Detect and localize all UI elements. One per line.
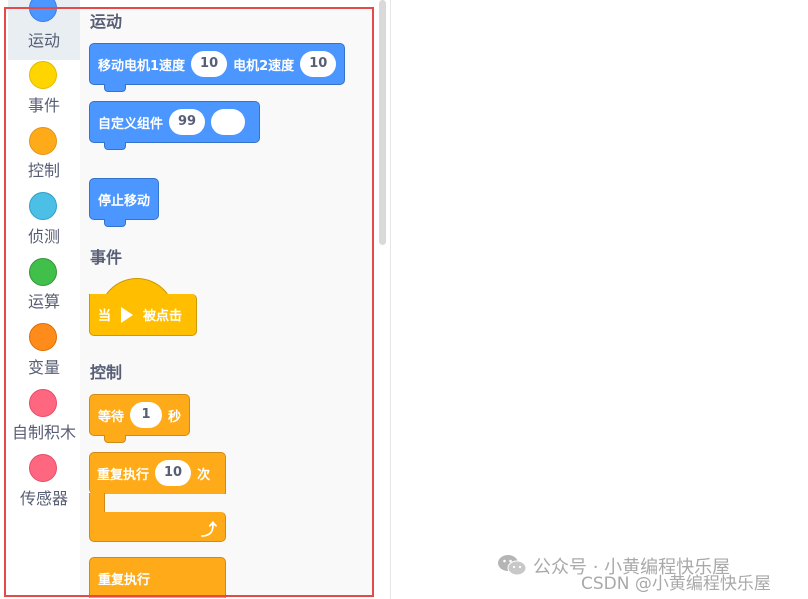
c-block-side [89,493,105,513]
block-label: 移动电机1速度 [98,58,186,74]
palette-scrollbar[interactable] [379,0,386,245]
repeat-times-block[interactable]: 重复执行 10 次 ⤴ [89,452,227,544]
category-motion[interactable]: 运动 [8,0,80,60]
block-label: 当 [98,309,112,324]
category-label: 侦测 [27,227,60,246]
csdn-watermark: CSDN @小黄编程快乐屋 [581,574,771,594]
wait-seconds-block[interactable]: 等待 1 秒 [89,394,191,443]
block-notch [104,84,126,92]
motor2-speed-input[interactable]: 10 [300,51,337,77]
hat-body: 当 被点击 [89,294,197,336]
stop-moving-block[interactable]: 停止移动 [89,178,160,227]
sensor-dot-icon [29,454,57,482]
variables-dot-icon [29,323,57,351]
category-events[interactable]: 事件 [8,60,80,120]
category-label: 变量 [27,358,60,377]
operators-dot-icon [29,258,57,286]
block-label: 次 [197,467,211,483]
section-title-events: 事件 [90,248,123,267]
block-label: 自定义组件 [98,116,164,132]
block-label: 停止移动 [98,193,151,209]
category-label: 自制积木 [11,423,76,442]
block-notch [104,142,126,150]
category-sidebar: 运动 事件 控制 侦测 运算 变量 自制积木 传感器 [8,0,80,598]
block-label: 被点击 [143,309,183,324]
motion-dot-icon [29,0,57,22]
sensing-dot-icon [29,192,57,220]
category-sensor[interactable]: 传感器 [8,453,80,513]
category-label: 运动 [27,31,60,50]
custom-empty-input[interactable] [211,109,246,135]
category-sensing[interactable]: 侦测 [8,191,80,251]
section-title-motion: 运动 [90,12,123,31]
block-notch [104,219,126,227]
repeat-count-input[interactable]: 10 [155,460,192,486]
category-control[interactable]: 控制 [8,126,80,186]
category-my-blocks[interactable]: 自制积木 [8,388,80,448]
block-label: 秒 [168,409,182,425]
my-blocks-dot-icon [29,389,57,417]
block-notch [104,435,126,443]
green-flag-icon [121,306,134,323]
block-label: 电机2速度 [233,58,295,74]
palette-divider [390,0,391,599]
category-label: 运算 [27,292,60,311]
wechat-icon [498,555,527,576]
category-label: 传感器 [19,489,68,508]
block-label: 等待 [98,409,125,425]
event-dot-icon [29,61,57,89]
when-flag-clicked-block[interactable]: 当 被点击 [89,278,197,336]
motor1-speed-input[interactable]: 10 [191,51,228,77]
category-label: 控制 [27,161,60,180]
wait-seconds-input[interactable]: 1 [130,402,163,428]
block-label: 重复执行 [97,467,150,483]
move-motors-block[interactable]: 移动电机1速度 10 电机2速度 10 [89,43,346,92]
custom-component-block[interactable]: 自定义组件 99 [89,101,261,150]
control-dot-icon [29,127,57,155]
category-variables[interactable]: 变量 [8,322,80,382]
forever-block[interactable]: 重复执行 [89,557,226,598]
custom-value-input[interactable]: 99 [169,109,206,135]
section-title-control: 控制 [90,363,123,382]
block-palette: 运动 移动电机1速度 10 电机2速度 10 自定义组件 99 停止移动 事件 … [80,8,372,598]
repeat-row: 重复执行 10 次 [89,456,218,490]
block-label: 重复执行 [98,572,151,588]
category-label: 事件 [27,96,60,115]
category-operators[interactable]: 运算 [8,257,80,317]
loop-arrow-icon: ⤴ [201,520,218,539]
